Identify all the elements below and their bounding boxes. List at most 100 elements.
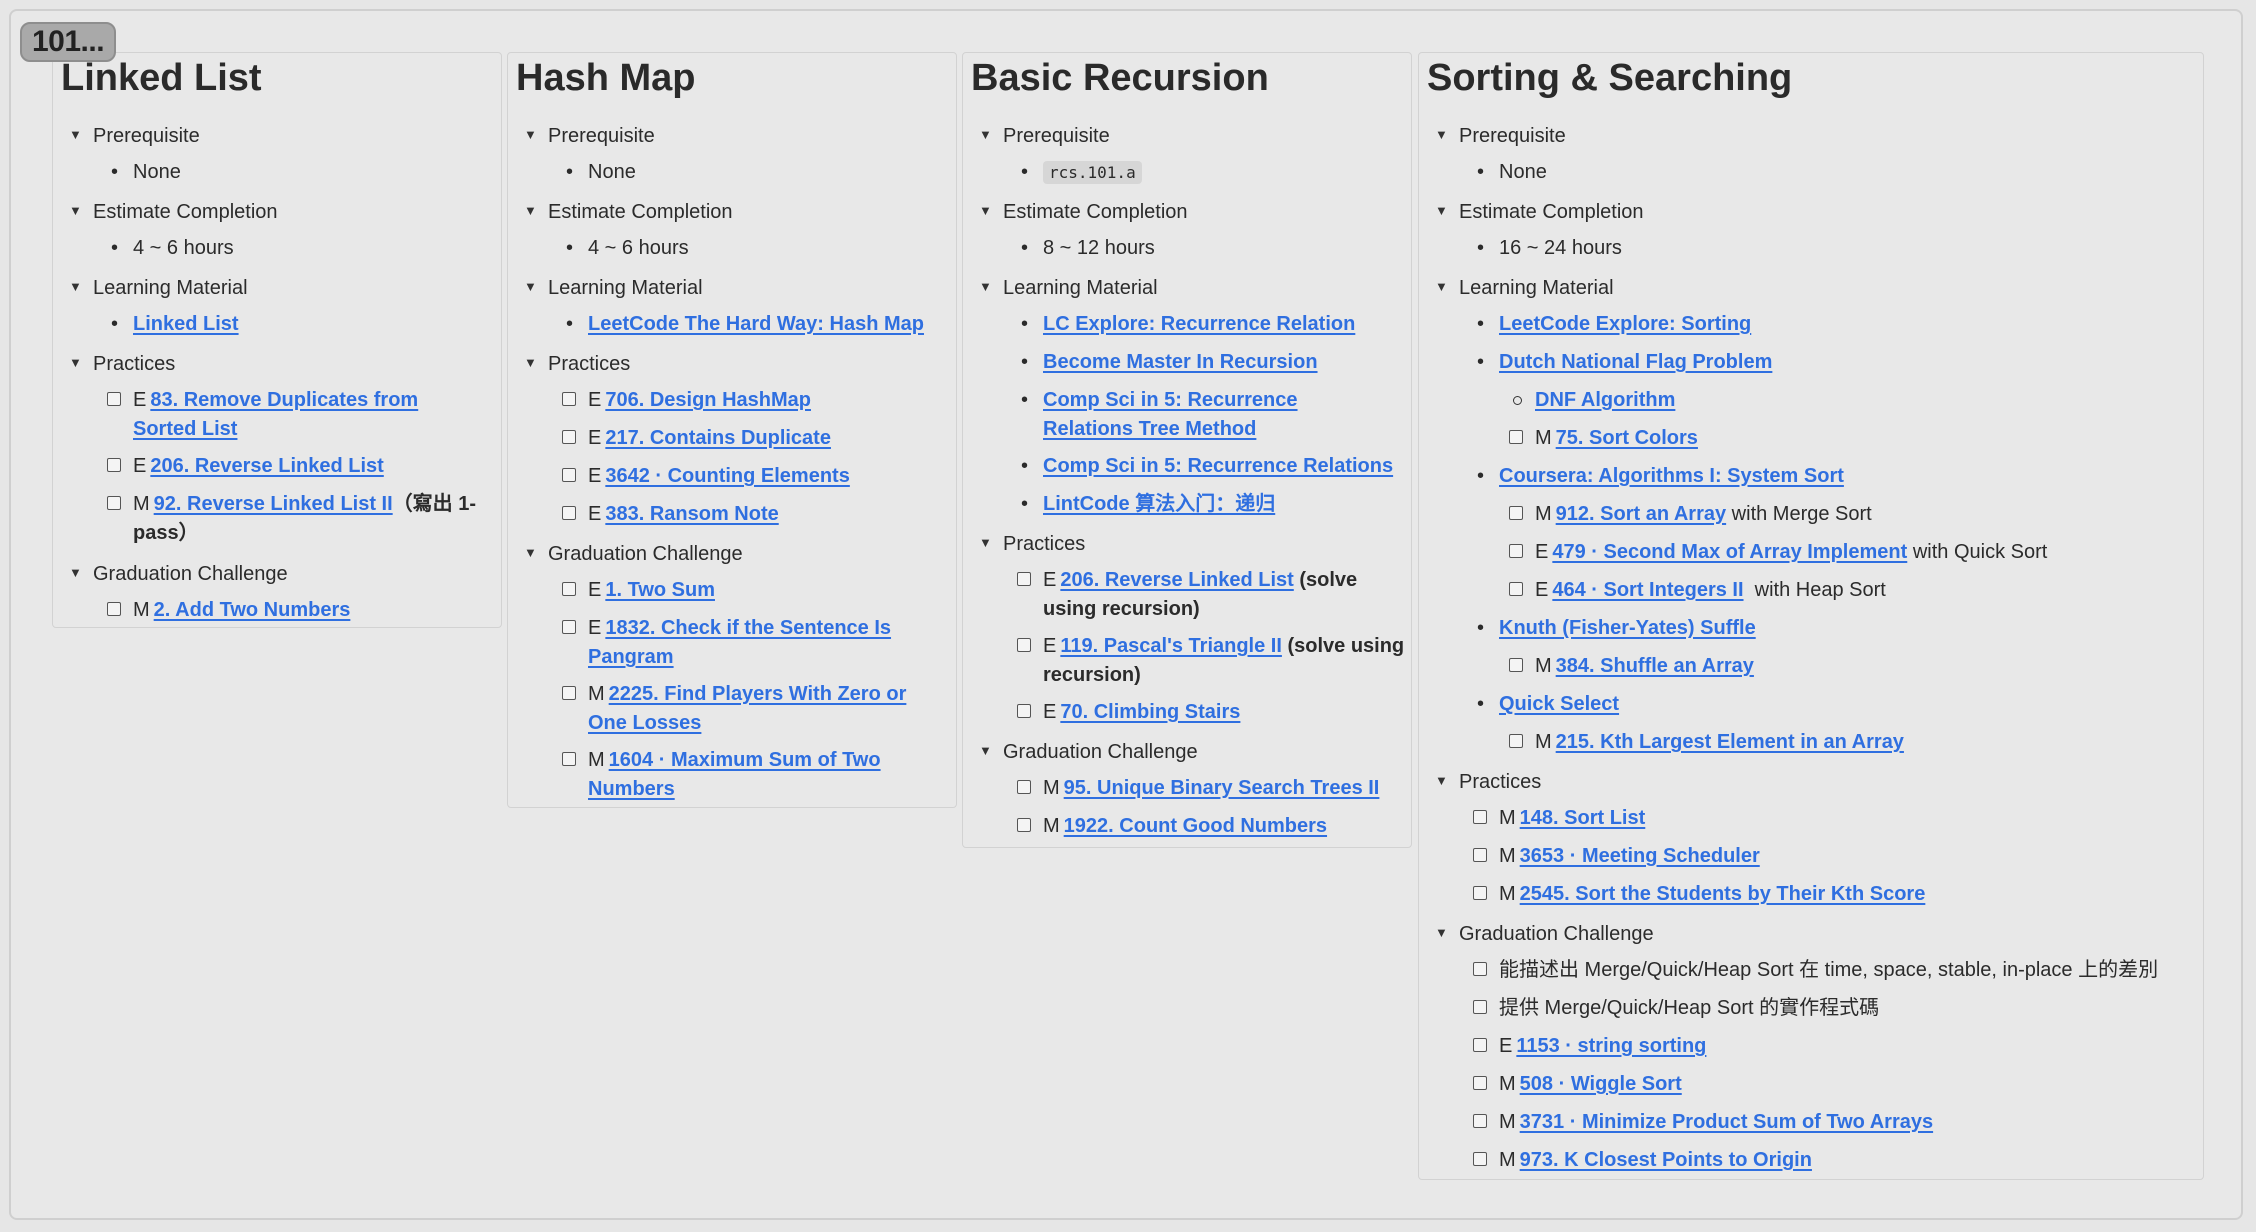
material-link[interactable]: Comp Sci in 5: Recurrence Relations (1043, 455, 1393, 477)
task-checkbox[interactable] (562, 506, 576, 520)
section-practices[interactable]: ▼ Practices (979, 525, 1085, 563)
problem-link[interactable]: 119. Pascal's Triangle II (1060, 635, 1282, 657)
material-link[interactable]: Linked List (133, 313, 239, 335)
problem-link[interactable]: 95. Unique Binary Search Trees II (1064, 777, 1380, 799)
problem-link[interactable]: 2225. Find Players With Zero or One Loss… (588, 683, 906, 734)
problem-link[interactable]: 2545. Sort the Students by Their Kth Sco… (1520, 883, 1926, 905)
problem-link[interactable]: 3653 · Meeting Scheduler (1520, 845, 1760, 867)
task-checkbox[interactable] (1017, 780, 1031, 794)
caret-down-icon[interactable]: ▼ (69, 116, 93, 154)
problem-link[interactable]: 217. Contains Duplicate (605, 427, 831, 449)
caret-down-icon[interactable]: ▼ (1435, 762, 1459, 800)
problem-link[interactable]: 383. Ransom Note (605, 503, 778, 525)
task-checkbox[interactable] (562, 468, 576, 482)
material-link[interactable]: Knuth (Fisher-Yates) Suffle (1499, 617, 1756, 639)
section-estimate[interactable]: ▼ Estimate Completion (1435, 193, 1644, 231)
caret-down-icon[interactable]: ▼ (979, 268, 1003, 306)
task-checkbox[interactable] (1509, 506, 1523, 520)
caret-down-icon[interactable]: ▼ (69, 344, 93, 382)
caret-down-icon[interactable]: ▼ (524, 344, 548, 382)
card-linked-list[interactable]: Linked List ▼ Prerequisite • None ▼ Estimat… (52, 52, 502, 628)
task-checkbox[interactable] (1473, 848, 1487, 862)
task-checkbox[interactable] (1473, 1076, 1487, 1090)
problem-link[interactable]: 464 · Sort Integers II (1552, 579, 1743, 601)
task-checkbox[interactable] (1017, 572, 1031, 586)
section-learning-material[interactable]: ▼ Learning Material (524, 269, 703, 307)
task-checkbox[interactable] (1473, 810, 1487, 824)
caret-down-icon[interactable]: ▼ (1435, 914, 1459, 952)
task-checkbox[interactable] (1473, 886, 1487, 900)
section-prerequisite[interactable]: ▼ Prerequisite (979, 117, 1110, 155)
problem-link[interactable]: 70. Climbing Stairs (1060, 701, 1240, 723)
problem-link[interactable]: 1832. Check if the Sentence Is Pangram (588, 617, 891, 668)
section-estimate[interactable]: ▼ Estimate Completion (524, 193, 733, 231)
caret-down-icon[interactable]: ▼ (979, 192, 1003, 230)
task-checkbox[interactable] (1473, 1038, 1487, 1052)
material-link[interactable]: Coursera: Algorithms I: System Sort (1499, 465, 1844, 487)
caret-down-icon[interactable]: ▼ (524, 268, 548, 306)
caret-down-icon[interactable]: ▼ (69, 192, 93, 230)
caret-down-icon[interactable]: ▼ (524, 116, 548, 154)
section-graduation[interactable]: ▼ Graduation Challenge (979, 733, 1198, 771)
task-checkbox[interactable] (1017, 704, 1031, 718)
material-link[interactable]: LeetCode Explore: Sorting (1499, 313, 1751, 335)
task-checkbox[interactable] (562, 392, 576, 406)
group-tag[interactable]: 101... (20, 22, 116, 62)
task-checkbox[interactable] (1473, 1152, 1487, 1166)
problem-link[interactable]: 83. Remove Duplicates from Sorted List (133, 389, 418, 440)
caret-down-icon[interactable]: ▼ (1435, 268, 1459, 306)
caret-down-icon[interactable]: ▼ (69, 268, 93, 306)
task-checkbox[interactable] (562, 686, 576, 700)
section-practices[interactable]: ▼ Practices (69, 345, 175, 383)
task-checkbox[interactable] (562, 582, 576, 596)
section-prerequisite[interactable]: ▼ Prerequisite (1435, 117, 1566, 155)
task-checkbox[interactable] (1509, 658, 1523, 672)
section-learning-material[interactable]: ▼ Learning Material (1435, 269, 1614, 307)
task-checkbox[interactable] (1017, 818, 1031, 832)
task-checkbox[interactable] (1509, 734, 1523, 748)
section-learning-material[interactable]: ▼ Learning Material (69, 269, 248, 307)
problem-link[interactable]: 973. K Closest Points to Origin (1520, 1149, 1812, 1171)
problem-link[interactable]: 912. Sort an Array (1556, 503, 1726, 525)
problem-link[interactable]: 479 · Second Max of Array Implement (1552, 541, 1907, 563)
task-checkbox[interactable] (1473, 962, 1487, 976)
problem-link[interactable]: 1922. Count Good Numbers (1064, 815, 1327, 837)
section-prerequisite[interactable]: ▼ Prerequisite (69, 117, 200, 155)
problem-link[interactable]: 508 · Wiggle Sort (1520, 1073, 1682, 1095)
section-graduation[interactable]: ▼ Graduation Challenge (69, 555, 288, 593)
section-estimate[interactable]: ▼ Estimate Completion (69, 193, 278, 231)
task-checkbox[interactable] (107, 496, 121, 510)
task-checkbox[interactable] (107, 602, 121, 616)
material-link[interactable]: LeetCode The Hard Way: Hash Map (588, 313, 924, 335)
caret-down-icon[interactable]: ▼ (524, 534, 548, 572)
task-checkbox[interactable] (1017, 638, 1031, 652)
section-estimate[interactable]: ▼ Estimate Completion (979, 193, 1188, 231)
problem-link[interactable]: 206. Reverse Linked List (150, 455, 383, 477)
problem-link[interactable]: 75. Sort Colors (1556, 427, 1698, 449)
caret-down-icon[interactable]: ▼ (1435, 116, 1459, 154)
task-checkbox[interactable] (1509, 430, 1523, 444)
caret-down-icon[interactable]: ▼ (69, 554, 93, 592)
problem-link[interactable]: 1153 · string sorting (1516, 1035, 1706, 1057)
section-learning-material[interactable]: ▼ Learning Material (979, 269, 1158, 307)
section-graduation[interactable]: ▼ Graduation Challenge (524, 535, 743, 573)
task-checkbox[interactable] (562, 752, 576, 766)
material-link[interactable]: Become Master In Recursion (1043, 351, 1318, 373)
task-checkbox[interactable] (107, 392, 121, 406)
material-link[interactable]: LC Explore: Recurrence Relation (1043, 313, 1355, 335)
card-hash-map[interactable]: Hash Map ▼ Prerequisite • None ▼ Estimate C… (507, 52, 957, 808)
problem-link[interactable]: 92. Reverse Linked List II (154, 493, 393, 515)
material-link[interactable]: Quick Select (1499, 693, 1619, 715)
problem-link[interactable]: 1. Two Sum (605, 579, 715, 601)
caret-down-icon[interactable]: ▼ (1435, 192, 1459, 230)
caret-down-icon[interactable]: ▼ (979, 116, 1003, 154)
caret-down-icon[interactable]: ▼ (979, 732, 1003, 770)
caret-down-icon[interactable]: ▼ (979, 524, 1003, 562)
problem-link[interactable]: 215. Kth Largest Element in an Array (1556, 731, 1904, 753)
task-checkbox[interactable] (562, 430, 576, 444)
section-practices[interactable]: ▼ Practices (524, 345, 630, 383)
material-link[interactable]: LintCode 算法入门：递归 (1043, 493, 1275, 515)
task-checkbox[interactable] (107, 458, 121, 472)
material-link[interactable]: DNF Algorithm (1535, 389, 1675, 411)
caret-down-icon[interactable]: ▼ (524, 192, 548, 230)
